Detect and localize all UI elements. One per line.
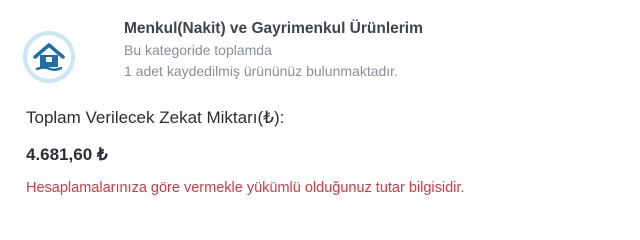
category-description-line2: 1 adet kaydedilmiş ürününüz bulunmaktadı… — [124, 63, 398, 79]
total-zakat-amount: 4.681,60 ₺ — [26, 145, 108, 164]
category-title: Menkul(Nakit) ve Gayrimenkul Ürünlerim — [124, 20, 423, 37]
obligation-note: Hesaplamalarınıza göre vermekle yükümlü … — [26, 180, 465, 196]
total-zakat-label: Toplam Verilecek Zekat Miktarı(₺): — [26, 108, 285, 127]
category-description-line1: Bu kategoride toplamda — [124, 42, 272, 58]
category-summary: Menkul(Nakit) ve Gayrimenkul Ürünlerim B… — [20, 14, 620, 94]
category-text: Menkul(Nakit) ve Gayrimenkul Ürünlerim B… — [124, 18, 423, 82]
home-icon — [22, 30, 76, 84]
